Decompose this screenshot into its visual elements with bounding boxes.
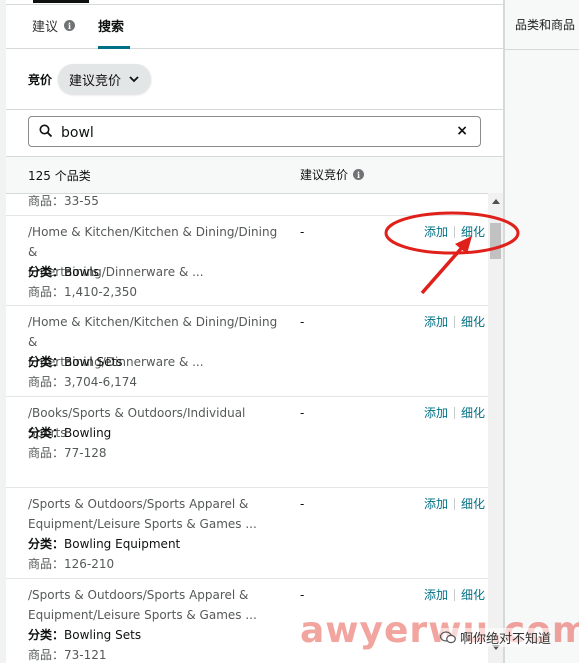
- category-prefix: 分类：: [28, 265, 65, 279]
- suggested-bid-value: -: [300, 497, 305, 511]
- refine-link[interactable]: 细化: [461, 585, 485, 605]
- right-panel-title: 品类和商品: [505, 0, 579, 50]
- category-search-panel: 建议 i 搜索 竞价 建议竞价 × 125 个品类 建议竞价 i 商品：33-5…: [6, 0, 504, 663]
- product-count: 商品：126-210: [28, 557, 115, 571]
- info-icon[interactable]: i: [64, 20, 76, 31]
- category-name: 分类：Bowl Sets: [28, 352, 123, 372]
- info-icon[interactable]: i: [353, 169, 365, 180]
- row-actions: 添加 细化: [424, 222, 485, 242]
- product-count: 商品：3,704-6,174: [28, 375, 138, 389]
- suggested-bid-value: -: [300, 588, 305, 602]
- refine-link[interactable]: 细化: [461, 494, 485, 514]
- category-path-line: /Home & Kitchen/Kitchen & Dining/Dining …: [28, 315, 278, 349]
- suggested-bid-header: 建议竞价 i: [300, 166, 365, 183]
- category-path-line: Equipment/Leisure Sports & Games ...: [28, 517, 257, 531]
- refine-link[interactable]: 细化: [461, 312, 485, 332]
- list-item: /Sports & Outdoors/Sports Apparel & Equi…: [6, 488, 488, 579]
- add-link[interactable]: 添加: [424, 585, 448, 605]
- category-prefix: 分类：: [28, 426, 65, 440]
- action-divider: [454, 498, 456, 510]
- add-link[interactable]: 添加: [424, 494, 448, 514]
- add-link[interactable]: 添加: [424, 403, 448, 423]
- product-count: 商品：77-128: [28, 446, 107, 460]
- row-actions: 添加 细化: [424, 494, 485, 514]
- category-value: Bowling Equipment: [64, 537, 181, 551]
- category-value: Bowls: [64, 265, 99, 279]
- search-input[interactable]: [59, 121, 443, 145]
- category-path: /Sports & Outdoors/Sports Apparel & Equi…: [28, 494, 283, 534]
- list-item: /Home & Kitchen/Kitchen & Dining/Dining …: [6, 306, 488, 397]
- suggested-bid-value: -: [300, 225, 305, 239]
- category-value: Bowling: [64, 426, 112, 440]
- action-divider: [454, 407, 456, 419]
- category-prefix: 分类：: [28, 628, 65, 642]
- product-count: 商品：73-121: [28, 648, 107, 662]
- product-count: 商品：33-55: [28, 194, 99, 208]
- category-name: 分类：Bowling Sets: [28, 625, 141, 645]
- bid-row: 竞价 建议竞价: [6, 49, 503, 110]
- category-path-line: /Sports & Outdoors/Sports Apparel &: [28, 497, 249, 511]
- wechat-icon: [440, 631, 456, 644]
- list-item: /Home & Kitchen/Kitchen & Dining/Dining …: [6, 216, 488, 306]
- scroll-up-arrow-icon[interactable]: [492, 199, 500, 204]
- category-name: 分类：Bowling Equipment: [28, 534, 180, 554]
- action-divider: [454, 226, 456, 238]
- suggested-bid-value: -: [300, 406, 305, 420]
- category-name: 分类：Bowls: [28, 262, 99, 282]
- tab-bar: 建议 i 搜索: [6, 4, 503, 49]
- top-accent-bar: [33, 0, 89, 3]
- category-count: 125 个品类: [28, 169, 91, 183]
- list-item: /Books/Sports & Outdoors/Individual Spor…: [6, 397, 488, 488]
- action-divider: [454, 316, 456, 328]
- tab-search-label: 搜索: [98, 20, 125, 35]
- bid-label: 竞价: [28, 73, 53, 87]
- clear-search-button[interactable]: ×: [456, 123, 468, 139]
- right-panel: 品类和商品: [504, 0, 579, 663]
- category-path-line: Equipment/Leisure Sports & Games ...: [28, 608, 257, 622]
- row-actions: 添加 细化: [424, 403, 485, 423]
- chevron-down-icon: [129, 75, 139, 82]
- scrollbar[interactable]: [488, 193, 503, 663]
- category-name: 分类：Bowling: [28, 423, 111, 443]
- refine-link[interactable]: 细化: [461, 403, 485, 423]
- row-actions: 添加 细化: [424, 585, 485, 605]
- category-path: /Sports & Outdoors/Sports Apparel & Equi…: [28, 585, 283, 625]
- category-value: Bowl Sets: [64, 355, 123, 369]
- scrollbar-thumb[interactable]: [490, 223, 501, 259]
- search-icon: [39, 124, 53, 138]
- column-header: 125 个品类 建议竞价 i: [6, 156, 503, 194]
- category-value: Bowling Sets: [64, 628, 142, 642]
- tab-suggested-label: 建议: [32, 20, 59, 35]
- category-list: 商品：33-55 /Home & Kitchen/Kitchen & Dinin…: [6, 193, 488, 663]
- category-path-line: /Home & Kitchen/Kitchen & Dining/Dining …: [28, 225, 278, 259]
- wechat-caption: 啊你绝对不知道: [440, 628, 552, 647]
- tab-search[interactable]: 搜索: [98, 16, 124, 35]
- action-divider: [454, 589, 456, 601]
- add-link[interactable]: 添加: [424, 312, 448, 332]
- bid-type-dropdown[interactable]: 建议竞价: [58, 64, 151, 94]
- category-path-line: /Sports & Outdoors/Sports Apparel &: [28, 588, 249, 602]
- wechat-account-name: 啊你绝对不知道: [460, 632, 552, 647]
- category-prefix: 分类：: [28, 355, 65, 369]
- row-actions: 添加 细化: [424, 312, 485, 332]
- add-link[interactable]: 添加: [424, 222, 448, 242]
- refine-link[interactable]: 细化: [461, 222, 485, 242]
- list-item: 商品：33-55: [6, 193, 488, 216]
- tab-suggested[interactable]: 建议 i: [32, 16, 76, 35]
- product-count: 商品：1,410-2,350: [28, 285, 138, 299]
- suggested-bid-header-label: 建议竞价: [300, 168, 349, 182]
- bid-type-value: 建议竞价: [69, 73, 122, 89]
- suggested-bid-value: -: [300, 315, 305, 329]
- search-box: ×: [28, 116, 481, 147]
- category-prefix: 分类：: [28, 537, 65, 551]
